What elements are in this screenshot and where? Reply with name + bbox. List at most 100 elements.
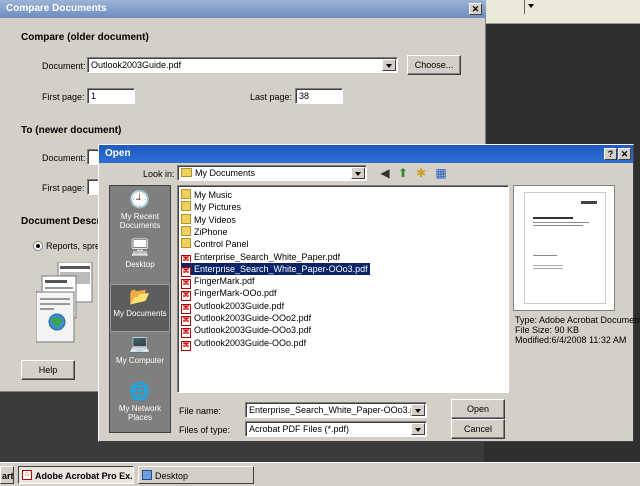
help-button[interactable]: Help <box>21 360 75 380</box>
newer-first-page-label: First page: <box>42 183 85 193</box>
places-item-label: My Network Places <box>118 404 162 422</box>
list-item-name: FingerMark.pdf <box>194 276 255 287</box>
preview-file-size: File Size: 90 KB <box>515 325 580 335</box>
back-icon[interactable]: ◀ <box>377 166 393 180</box>
list-item-name: Outlook2003Guide.pdf <box>194 300 285 311</box>
folder-icon <box>181 225 191 236</box>
recent-documents-icon: 🕘 <box>129 190 151 209</box>
folder-icon <box>181 238 191 249</box>
file-list[interactable]: My Music My Pictures My Videos ZiPhone Contr… <box>177 185 509 393</box>
places-item-label: My Documents <box>113 309 167 318</box>
file-name-combo[interactable]: Enterprise_Search_White_Paper-OOo3.pdf <box>245 402 427 418</box>
desktop-icon <box>142 470 152 480</box>
places-item-label: My Recent Documents <box>119 212 161 230</box>
taskbar-item-acrobat-label: Adobe Acrobat Pro Ex... <box>35 471 134 481</box>
open-dialog-titlebar[interactable]: Open ? ✕ <box>99 145 633 163</box>
files-of-type-label: Files of type: <box>179 425 231 435</box>
older-document-heading: Compare (older document) <box>21 32 149 43</box>
files-of-type-value: Acrobat PDF Files (*.pdf) <box>249 424 350 434</box>
file-name-label: File name: <box>179 406 222 416</box>
list-item[interactable]: ⌘ Outlook2003Guide-OOo3.pdf <box>181 324 313 339</box>
chevron-down-icon[interactable] <box>411 404 425 416</box>
compare-dialog-titlebar[interactable]: Compare Documents ✕ <box>0 0 486 18</box>
preview-type: Type: Adobe Acrobat Document <box>515 315 640 325</box>
list-item[interactable]: ⌘ FingerMark.pdf <box>181 275 257 290</box>
open-file-dialog: Open ? ✕ Look in: My Documents ◀ ⬆ ✱ ▦ 🕘… <box>98 144 640 442</box>
chevron-down-icon[interactable] <box>382 59 396 71</box>
list-item[interactable]: ⌘ FingerMark-OOo.pdf <box>181 287 279 302</box>
taskbar: art ⌂ Adobe Acrobat Pro Ex... Desktop <box>0 462 640 486</box>
list-item[interactable]: Control Panel <box>181 238 251 250</box>
list-item[interactable]: ⌘ Outlook2003Guide-OOo.pdf <box>181 337 308 351</box>
list-item[interactable]: ⌘ Enterprise_Search_White_Paper-OOo3.pdf <box>180 261 371 277</box>
my-documents-icon: 📂 <box>129 287 151 306</box>
choose-button[interactable]: Choose... <box>407 55 461 75</box>
last-page-input[interactable]: 38 <box>295 88 343 104</box>
places-item[interactable]: 🖥 Desktop <box>110 236 170 284</box>
folder-icon <box>181 213 191 224</box>
look-in-label: Look in: <box>143 169 175 179</box>
open-dialog-title: Open <box>105 148 131 159</box>
view-menu-icon[interactable]: ▦ <box>431 166 451 180</box>
chevron-down-icon[interactable] <box>411 423 425 435</box>
dropdown-arrow-icon[interactable] <box>528 4 534 8</box>
list-item-name: ZiPhone <box>194 226 228 237</box>
taskbar-item-acrobat[interactable]: ⌂ Adobe Acrobat Pro Ex... <box>18 466 134 484</box>
open-button[interactable]: Open <box>451 399 505 419</box>
older-document-combo[interactable]: Outlook2003Guide.pdf <box>87 57 398 73</box>
file-name-value: Enterprise_Search_White_Paper-OOo3.pdf <box>249 405 423 415</box>
desktop-icon: 🖥 <box>129 238 151 257</box>
list-item[interactable]: ⌘ Enterprise_Search_White_Paper.pdf <box>181 251 342 265</box>
list-item-name: My Pictures <box>194 202 242 213</box>
list-item-name: My Music <box>194 190 232 200</box>
list-item-name: Enterprise_Search_White_Paper-OOo3.pdf <box>194 263 368 274</box>
cancel-button[interactable]: Cancel <box>451 419 505 439</box>
close-icon[interactable]: ✕ <box>618 148 631 160</box>
folder-icon <box>181 168 192 177</box>
list-item[interactable]: ⌘ Outlook2003Guide.pdf <box>181 300 286 314</box>
acrobat-icon: ⌂ <box>22 470 32 480</box>
list-item-name: Outlook2003Guide-OOo.pdf <box>194 337 307 348</box>
places-item[interactable]: 🌐 My Network Places <box>110 380 170 428</box>
places-item-label: My Computer <box>115 356 164 365</box>
places-item-label: Desktop <box>125 260 155 269</box>
newer-document-heading: To (newer document) <box>21 125 122 136</box>
older-document-label: Document: <box>42 61 86 71</box>
list-item[interactable]: My Pictures <box>181 201 243 213</box>
places-item[interactable]: 🕘 My Recent Documents <box>110 188 170 236</box>
list-item[interactable]: ⌘ Outlook2003Guide-OOo2.pdf <box>181 312 313 326</box>
files-of-type-combo[interactable]: Acrobat PDF Files (*.pdf) <box>245 421 427 437</box>
folder-icon <box>181 201 191 212</box>
list-item[interactable]: My Videos <box>181 213 238 226</box>
close-icon[interactable]: ✕ <box>469 3 482 15</box>
pdf-file-icon: ⌘ <box>181 340 191 351</box>
my-computer-icon: 💻 <box>129 334 151 353</box>
document-description-heading: Document Descrip <box>21 216 110 227</box>
first-page-input[interactable]: 1 <box>87 88 135 104</box>
start-button[interactable]: art <box>0 466 14 484</box>
compare-dialog-title: Compare Documents <box>6 3 107 14</box>
first-page-label: First page: <box>42 92 85 102</box>
chevron-down-icon[interactable] <box>351 167 365 179</box>
up-folder-icon[interactable]: ⬆ <box>395 166 411 180</box>
documents-illustration <box>35 261 96 344</box>
list-item[interactable]: My Music <box>181 189 234 201</box>
places-item[interactable]: 📂 My Documents <box>110 284 170 332</box>
folder-icon <box>181 189 191 199</box>
places-item[interactable]: 💻 My Computer <box>110 332 170 380</box>
help-icon[interactable]: ? <box>604 148 617 160</box>
list-item-name: Outlook2003Guide-OOo2.pdf <box>194 313 312 323</box>
look-in-combo[interactable]: My Documents <box>177 165 367 181</box>
new-folder-icon[interactable]: ✱ <box>413 166 429 180</box>
preview-page-thumbnail <box>524 192 606 304</box>
file-preview <box>513 185 615 311</box>
newer-document-label: Document: <box>42 153 86 163</box>
taskbar-item-desktop[interactable]: Desktop <box>138 466 254 484</box>
reports-radio[interactable] <box>33 241 43 251</box>
look-in-value: My Documents <box>195 168 256 178</box>
places-bar: 🕘 My Recent Documents 🖥 Desktop 📂 My Document… <box>109 185 171 433</box>
list-item-name: FingerMark-OOo.pdf <box>194 288 277 299</box>
list-item[interactable]: ZiPhone <box>181 225 230 238</box>
preview-modified: Modified:6/4/2008 11:32 AM <box>515 335 627 345</box>
list-item-name: Enterprise_Search_White_Paper.pdf <box>194 251 341 262</box>
